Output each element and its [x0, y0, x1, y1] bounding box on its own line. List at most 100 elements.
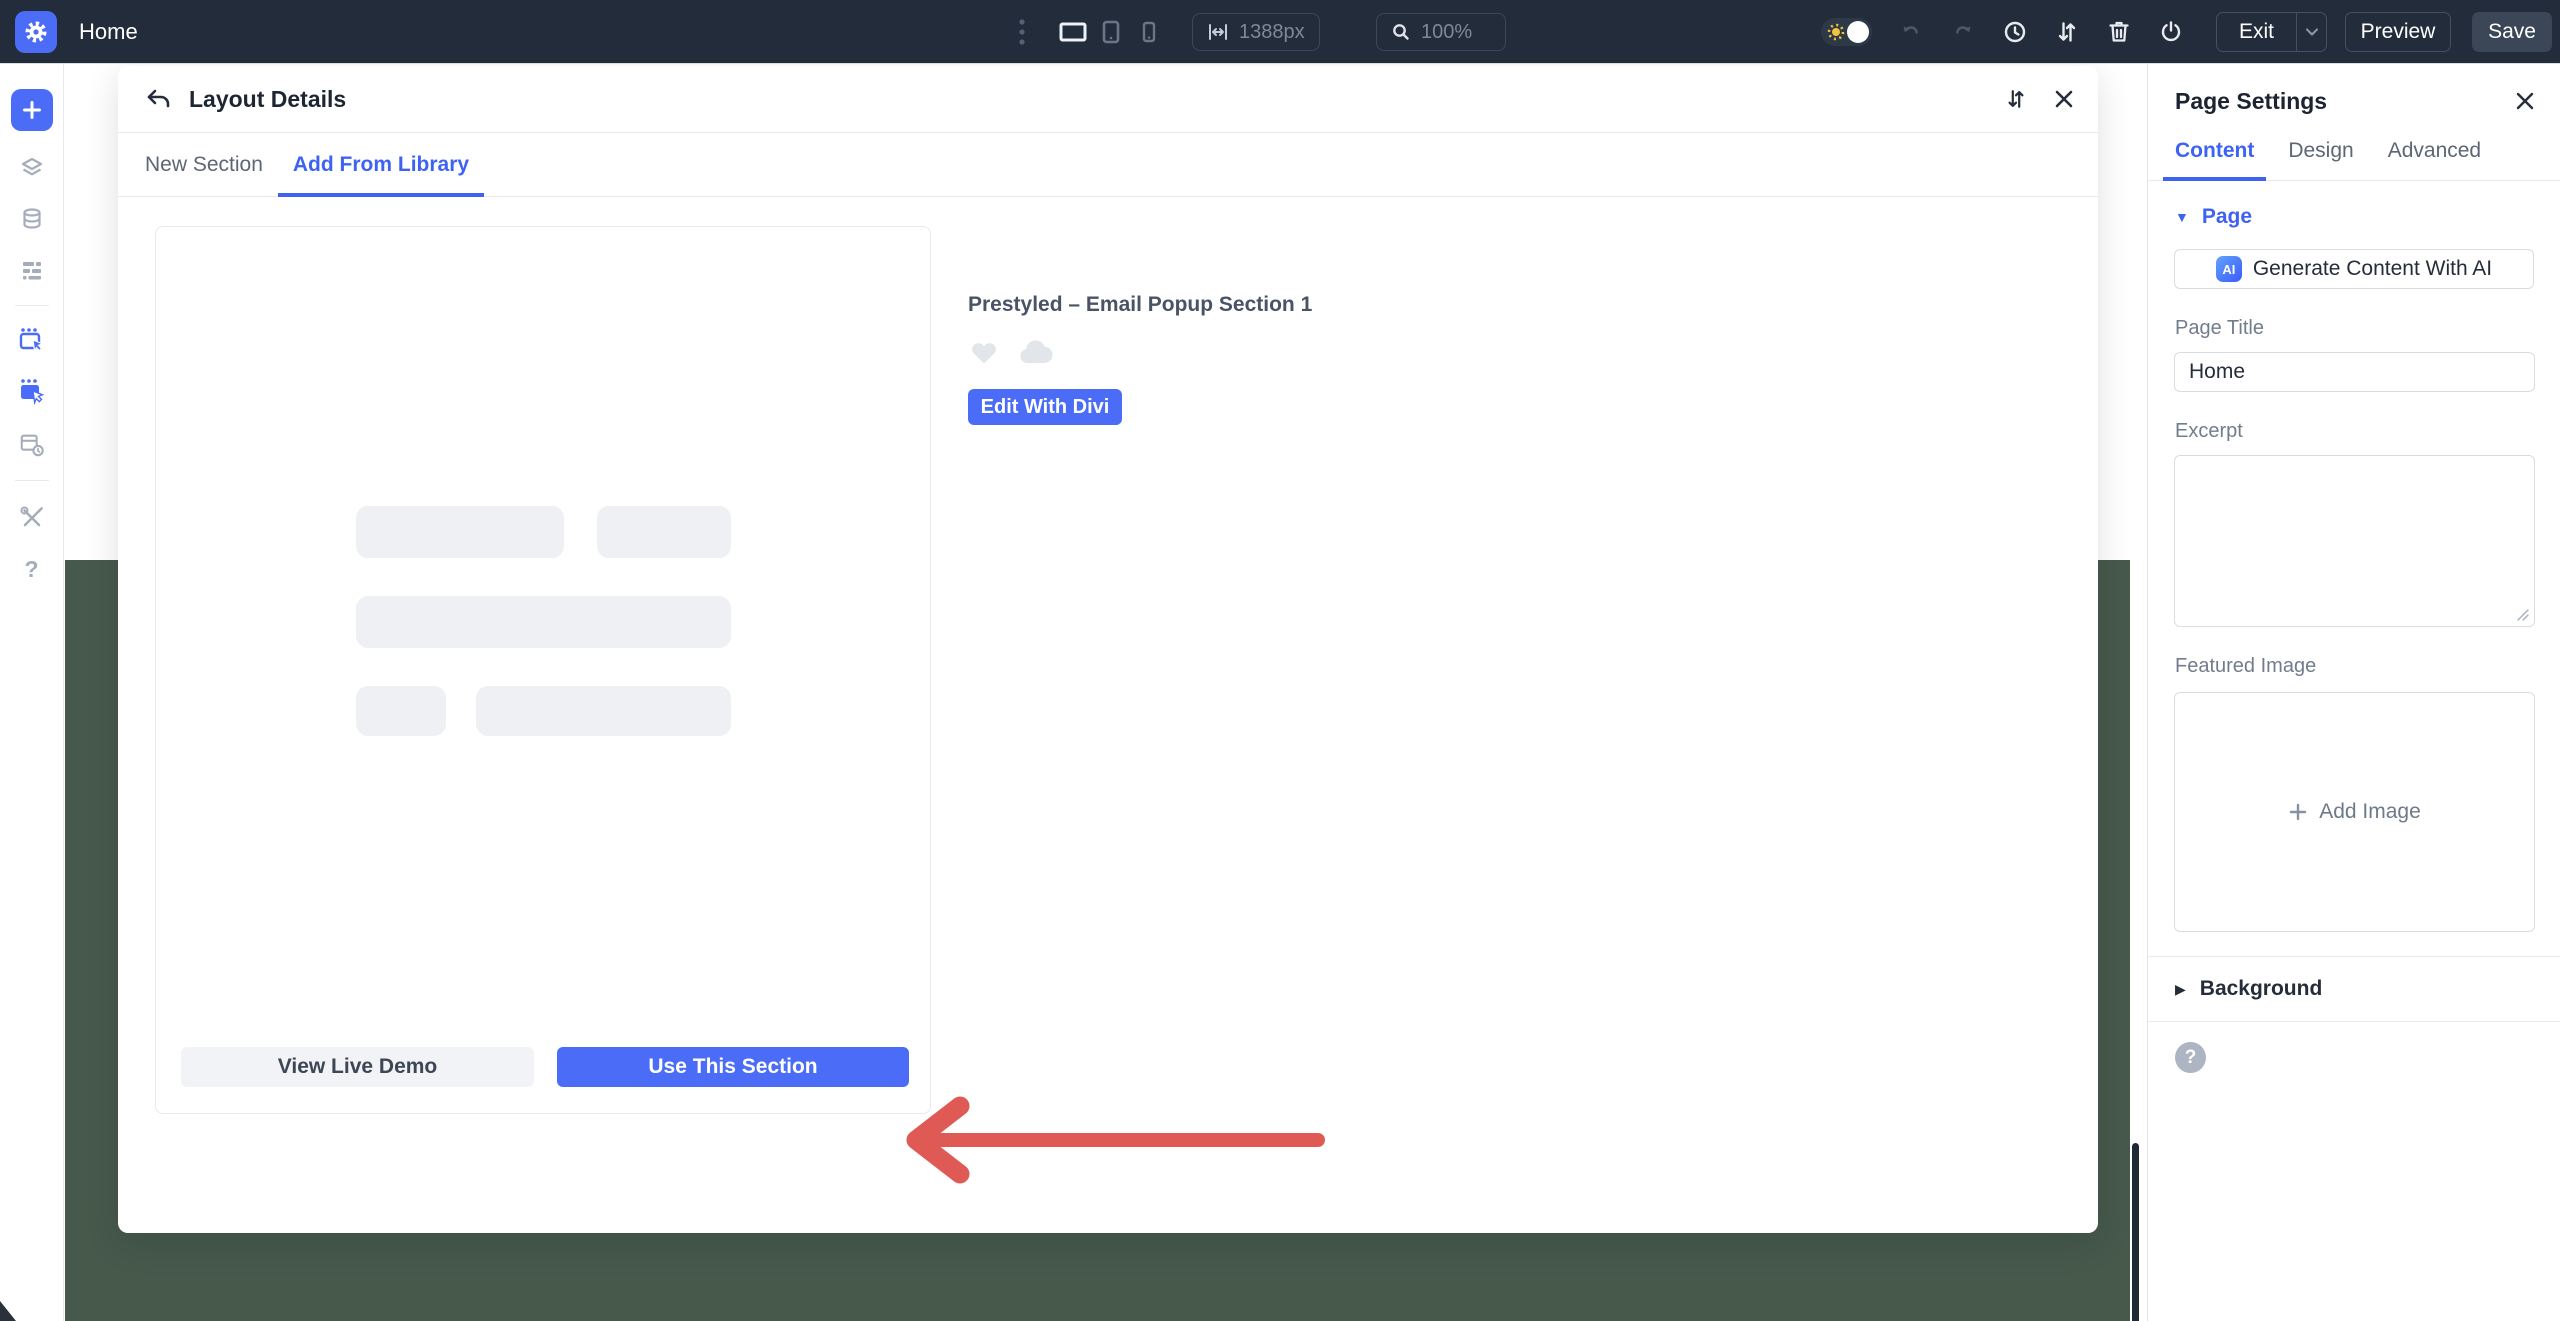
- back-icon[interactable]: [145, 86, 171, 112]
- database-icon[interactable]: [18, 205, 46, 233]
- top-toolbar: Home: [0, 0, 2560, 64]
- add-image-dropzone[interactable]: Add Image: [2174, 692, 2535, 932]
- panel-help-button[interactable]: ?: [2175, 1042, 2206, 1073]
- module-library-icon[interactable]: [18, 431, 46, 459]
- trash-icon[interactable]: [2106, 19, 2132, 45]
- insert-section-filled-icon[interactable]: [15, 375, 48, 408]
- panel-close-icon[interactable]: [2514, 90, 2538, 114]
- page-title-input[interactable]: [2174, 352, 2535, 392]
- page-title: Home: [79, 19, 138, 45]
- red-arrow-annotation: [898, 1096, 1378, 1186]
- preview-label: Preview: [2361, 20, 2436, 44]
- sidebar-divider: [15, 480, 49, 481]
- tools-icon[interactable]: [18, 504, 46, 532]
- layers-icon[interactable]: [18, 154, 46, 182]
- exit-label: Exit: [2217, 20, 2296, 44]
- tablet-view-icon[interactable]: [1092, 13, 1130, 51]
- edit-with-divi-button[interactable]: Edit With Divi: [968, 389, 1122, 425]
- placeholder-block: [476, 686, 731, 736]
- canvas-scrollbar[interactable]: [2132, 1143, 2139, 1321]
- cloud-icon[interactable]: [1016, 337, 1060, 367]
- resize-handle-icon[interactable]: [2516, 608, 2530, 622]
- page-title-label: Page Title: [2175, 317, 2533, 340]
- layout-details-modal: Layout Details New Section Add From Libr…: [118, 66, 2098, 1233]
- placeholder-block: [356, 506, 564, 558]
- panel-title: Page Settings: [2175, 88, 2327, 115]
- tab-content[interactable]: Content: [2175, 139, 2254, 180]
- caret-down-icon: [2306, 28, 2318, 36]
- theme-toggle[interactable]: [1821, 18, 1872, 46]
- section-page-label: Page: [2202, 205, 2252, 229]
- add-image-label: Add Image: [2319, 800, 2421, 824]
- divi-logo-button[interactable]: [15, 11, 57, 53]
- sort-icon[interactable]: [2054, 19, 2080, 45]
- excerpt-textarea[interactable]: [2174, 455, 2535, 627]
- desktop-view-icon[interactable]: [1054, 13, 1092, 51]
- sun-icon: [1826, 22, 1846, 42]
- builder-sidebar: ?: [0, 64, 64, 1321]
- preview-button[interactable]: Preview: [2345, 12, 2451, 52]
- sidebar-divider: [15, 305, 49, 306]
- excerpt-label: Excerpt: [2175, 420, 2533, 443]
- tab-advanced[interactable]: Advanced: [2388, 139, 2481, 180]
- modal-tab-bar: New Section Add From Library: [118, 133, 2098, 197]
- collapse-caret-icon: ▼: [2175, 210, 2189, 224]
- view-live-demo-label: View Live Demo: [278, 1055, 438, 1079]
- layout-name: Prestyled – Email Popup Section 1: [968, 293, 1688, 317]
- generate-content-ai-button[interactable]: AI Generate Content With AI: [2174, 249, 2534, 289]
- view-live-demo-button[interactable]: View Live Demo: [181, 1047, 534, 1087]
- zoom-input[interactable]: [1376, 13, 1506, 51]
- panel-header: Page Settings: [2148, 64, 2560, 115]
- section-page-toggle[interactable]: ▼ Page: [2148, 205, 2560, 229]
- placeholder-block: [356, 686, 446, 736]
- modal-header: Layout Details: [118, 66, 2098, 133]
- layout-meta-icons: [968, 337, 1688, 367]
- wireframe-list-icon[interactable]: [18, 256, 46, 284]
- modal-title: Layout Details: [189, 86, 346, 113]
- phone-view-icon[interactable]: [1130, 13, 1168, 51]
- use-this-section-button[interactable]: Use This Section: [557, 1047, 909, 1087]
- exit-button[interactable]: Exit: [2216, 12, 2327, 52]
- gear-icon: [24, 20, 48, 44]
- heart-icon[interactable]: [968, 337, 1000, 367]
- save-label: Save: [2488, 20, 2536, 44]
- width-value-field[interactable]: [1239, 21, 1311, 44]
- plus-icon: [21, 99, 43, 121]
- tab-new-section[interactable]: New Section: [130, 133, 278, 196]
- topbar-left: Home: [0, 11, 138, 53]
- featured-image-label: Featured Image: [2175, 655, 2533, 678]
- redo-icon[interactable]: [1950, 19, 1976, 45]
- generate-content-ai-label: Generate Content With AI: [2253, 257, 2492, 281]
- insert-section-outline-icon[interactable]: [15, 324, 48, 357]
- layout-preview-card: View Live Demo Use This Section: [155, 226, 931, 1114]
- page-settings-panel: Page Settings Content Design Advanced ▼ …: [2147, 64, 2560, 1321]
- cursor-artifact: [0, 1301, 16, 1321]
- tab-design[interactable]: Design: [2288, 139, 2353, 180]
- undo-icon[interactable]: [1898, 19, 1924, 45]
- portability-icon[interactable]: [2158, 19, 2184, 45]
- add-button[interactable]: [11, 89, 53, 131]
- topbar-center: [1012, 0, 1506, 64]
- zoom-value-field[interactable]: [1421, 21, 1493, 44]
- toggle-knob: [1847, 21, 1869, 43]
- drag-handle-icon[interactable]: [1012, 13, 1032, 51]
- history-icon[interactable]: [2002, 19, 2028, 45]
- save-button[interactable]: Save: [2472, 12, 2552, 52]
- exit-dropdown[interactable]: [2296, 13, 2326, 51]
- zoom-magnifier-icon: [1391, 22, 1411, 42]
- layout-info: Prestyled – Email Popup Section 1 Edit W…: [968, 293, 1688, 425]
- responsive-width-input[interactable]: [1192, 13, 1320, 51]
- help-icon[interactable]: ?: [18, 555, 46, 583]
- edit-with-divi-label: Edit With Divi: [981, 396, 1110, 419]
- sort-layouts-icon[interactable]: [2003, 86, 2029, 112]
- close-icon[interactable]: [2051, 86, 2077, 112]
- tab-add-from-library[interactable]: Add From Library: [278, 133, 484, 196]
- ai-badge-icon: AI: [2216, 256, 2242, 282]
- expand-caret-icon: ▶: [2175, 982, 2186, 996]
- modal-body: View Live Demo Use This Section Prestyle…: [118, 197, 2098, 1232]
- section-background-label: Background: [2200, 977, 2323, 1001]
- panel-tab-bar: Content Design Advanced: [2148, 139, 2560, 181]
- plus-icon: [2288, 802, 2308, 822]
- section-background-toggle[interactable]: ▶ Background: [2148, 957, 2560, 1021]
- topbar-right: Exit Preview Save: [1821, 0, 2560, 64]
